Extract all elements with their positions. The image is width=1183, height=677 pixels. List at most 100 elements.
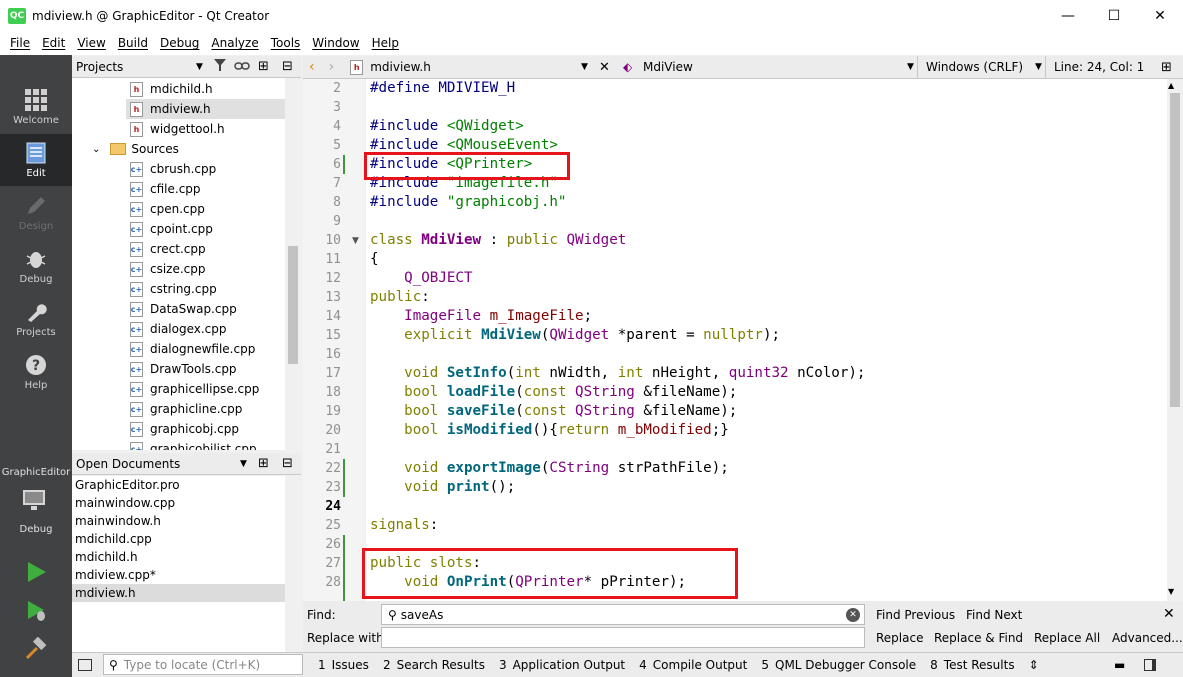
mode-help[interactable]: ? Help — [0, 346, 72, 398]
close-document-icon[interactable]: ✕ — [599, 60, 610, 75]
chevron-down-icon[interactable]: ▼ — [196, 62, 203, 72]
list-item[interactable]: mdiview.h — [72, 584, 285, 602]
cursor-position[interactable]: Line: 24, Col: 1 — [1045, 56, 1144, 78]
list-item[interactable]: mainwindow.cpp — [72, 494, 285, 512]
split-icon[interactable]: ⊞ — [1161, 60, 1172, 75]
chevron-down-icon[interactable]: ▼ — [1035, 62, 1042, 72]
list-item[interactable]: mdichild.cpp — [72, 530, 285, 548]
split-icon[interactable]: ⊞ — [258, 456, 269, 471]
close-pane-icon[interactable]: ⊟ — [282, 456, 293, 471]
maximize-button[interactable]: ☐ — [1091, 0, 1137, 31]
link-icon[interactable] — [234, 60, 250, 74]
tab-compile-output[interactable]: 4 Compile Output — [639, 658, 747, 672]
tree-item[interactable]: c+ crect.cpp — [130, 239, 206, 259]
replace-find-button[interactable]: Replace & Find — [934, 631, 1023, 645]
close-pane-icon[interactable]: ⊟ — [282, 59, 293, 74]
list-item[interactable]: mdiview.cpp* — [72, 566, 285, 584]
tree-item[interactable]: c+ csize.cpp — [130, 259, 206, 279]
menu-view[interactable]: View — [71, 31, 111, 55]
tree-item[interactable]: c+ graphicobj.cpp — [130, 419, 239, 439]
more-tabs-icon[interactable]: ⇕ — [1029, 658, 1039, 672]
build-hammer-icon[interactable] — [24, 636, 48, 661]
chevron-down-icon[interactable]: ⌄ — [92, 144, 100, 155]
tree-item[interactable]: c+ dialognewfile.cpp — [130, 339, 255, 359]
split-icon[interactable]: ⊞ — [258, 59, 269, 74]
menu-file[interactable]: File — [4, 31, 36, 55]
document-selector[interactable]: mdiview.h — [370, 60, 431, 74]
menu-debug[interactable]: Debug — [154, 31, 205, 55]
tab-test-results[interactable]: 8 Test Results — [930, 658, 1014, 672]
monitor-icon[interactable] — [22, 489, 50, 513]
symbol-selector[interactable]: MdiView — [643, 60, 693, 74]
fold-arrow-icon[interactable]: ▼ — [352, 236, 359, 246]
menu-tools[interactable]: Tools — [265, 31, 307, 55]
close-button[interactable]: ✕ — [1137, 0, 1183, 31]
tab-application-output[interactable]: 3 Application Output — [499, 658, 625, 672]
locator-input[interactable]: ⚲ Type to locate (Ctrl+K) — [103, 654, 303, 675]
debug-run-icon[interactable] — [24, 599, 48, 623]
replace-input[interactable] — [381, 627, 865, 648]
list-item[interactable]: mainwindow.h — [72, 512, 285, 530]
menu-window[interactable]: Window — [306, 31, 365, 55]
find-next-button[interactable]: Find Next — [966, 608, 1022, 622]
toggle-output-pane-icon[interactable] — [1144, 659, 1156, 671]
project-tree-scrollbar[interactable] — [285, 78, 301, 450]
tree-item[interactable]: c+ graphicellipse.cpp — [130, 379, 259, 399]
menu-analyze[interactable]: Analyze — [205, 31, 264, 55]
tree-item[interactable]: c+ graphicline.cpp — [130, 399, 242, 419]
encoding-selector[interactable]: Windows (CRLF) — [917, 56, 1023, 78]
replace-all-button[interactable]: Replace All — [1034, 631, 1100, 645]
kit-project-name[interactable]: GraphicEditor — [0, 467, 72, 478]
tab-search-results[interactable]: 2 Search Results — [383, 658, 485, 672]
tree-item[interactable]: h mdichild.h — [130, 79, 213, 99]
tree-item[interactable]: c+ graphicobjlist.cpp — [130, 439, 257, 450]
run-icon[interactable] — [24, 560, 48, 584]
find-previous-button[interactable]: Find Previous — [876, 608, 955, 622]
editor-scrollbar[interactable]: ▲ ▼ — [1167, 79, 1183, 601]
scrollbar-thumb[interactable] — [1170, 93, 1180, 407]
scrollbar-thumb[interactable] — [288, 246, 298, 364]
filter-icon[interactable] — [214, 59, 226, 74]
advanced-button[interactable]: Advanced... — [1112, 631, 1183, 645]
mode-design[interactable]: Design — [0, 187, 72, 239]
tree-item[interactable]: h mdiview.h — [126, 99, 285, 119]
menu-edit[interactable]: Edit — [36, 31, 71, 55]
mode-projects[interactable]: Projects — [0, 293, 72, 345]
toggle-sidebar-icon[interactable] — [78, 659, 92, 671]
forward-arrow-icon[interactable]: › — [329, 59, 335, 75]
chevron-down-icon[interactable]: ▼ — [581, 62, 588, 72]
mode-debug[interactable]: Debug — [0, 240, 72, 292]
tree-folder-sources[interactable]: ⌄ Sources — [92, 139, 179, 159]
minimize-button[interactable]: — — [1045, 0, 1091, 31]
scroll-down-icon[interactable]: ▼ — [1168, 587, 1174, 596]
replace-button[interactable]: Replace — [876, 631, 923, 645]
close-icon[interactable]: ✕ — [1163, 606, 1175, 622]
chevron-down-icon[interactable]: ▼ — [907, 62, 914, 72]
open-docs-scrollbar[interactable] — [285, 476, 301, 652]
back-arrow-icon[interactable]: ‹ — [309, 59, 315, 75]
open-documents-title[interactable]: Open Documents — [76, 457, 180, 471]
tree-item[interactable]: c+ cfile.cpp — [130, 179, 201, 199]
tree-item[interactable]: c+ cpoint.cpp — [130, 219, 213, 239]
mode-edit[interactable]: Edit — [0, 134, 72, 186]
list-item[interactable]: mdichild.h — [72, 548, 285, 566]
tree-item[interactable]: c+ cbrush.cpp — [130, 159, 216, 179]
projects-title[interactable]: Projects — [76, 60, 123, 74]
list-item[interactable]: GraphicEditor.pro — [72, 476, 285, 494]
menu-help[interactable]: Help — [366, 31, 405, 55]
tree-item[interactable]: c+ cstring.cpp — [130, 279, 217, 299]
clear-icon[interactable]: ✕ — [846, 607, 860, 622]
tree-item[interactable]: c+ cpen.cpp — [130, 199, 205, 219]
tree-item[interactable]: c+ DataSwap.cpp — [130, 299, 237, 319]
tree-item[interactable]: c+ dialogex.cpp — [130, 319, 227, 339]
tab-qml-debugger-console[interactable]: 5 QML Debugger Console — [761, 658, 916, 672]
scroll-up-icon[interactable]: ▲ — [1168, 81, 1174, 90]
progress-details-icon[interactable]: ▬ — [1114, 658, 1125, 672]
find-input[interactable]: ⚲ saveAs ✕ — [381, 604, 865, 625]
tree-item[interactable]: h widgettool.h — [130, 119, 225, 139]
menu-build[interactable]: Build — [112, 31, 154, 55]
tab-issues[interactable]: 1 Issues — [318, 658, 369, 672]
mode-welcome[interactable]: Welcome — [0, 81, 72, 133]
chevron-down-icon[interactable]: ▼ — [240, 459, 247, 469]
tree-item[interactable]: c+ DrawTools.cpp — [130, 359, 237, 379]
